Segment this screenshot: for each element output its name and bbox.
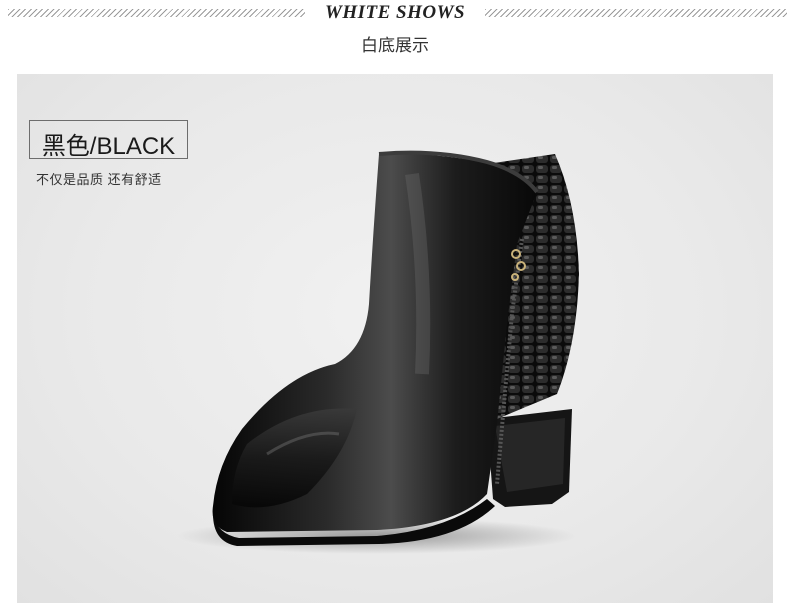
section-header: WHITE SHOWS 白底展示 [0, 0, 790, 72]
decorative-hatch-left [8, 9, 305, 17]
black-ankle-boot-image [177, 150, 579, 554]
product-photo-panel: 黑色/BLACK 不仅是品质 还有舒适 [17, 74, 773, 603]
section-subtitle: 白底展示 [361, 36, 429, 55]
section-title: WHITE SHOWS [324, 2, 466, 23]
decorative-hatch-right [485, 9, 787, 17]
